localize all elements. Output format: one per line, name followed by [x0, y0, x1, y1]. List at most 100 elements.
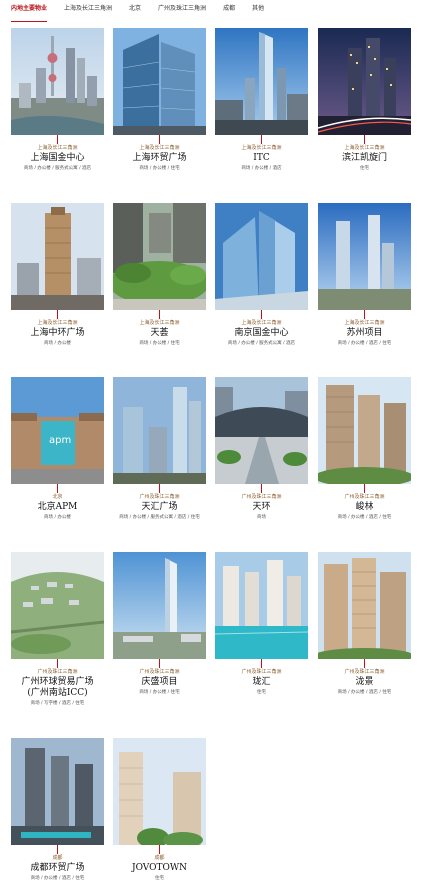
property-name[interactable]: 南京国金中心	[215, 328, 308, 339]
property-name[interactable]: 广州环球贸易广场 (广州南站ICC)	[11, 677, 104, 699]
property-types: 商场 / 办公楼 / 酒店 / 住宅	[337, 515, 392, 520]
tab-beijing[interactable]: 北京	[129, 4, 141, 18]
property-name[interactable]: 上海中环广场	[11, 328, 104, 339]
property-region: 上海及长江三角洲	[241, 320, 282, 326]
tab-shanghai[interactable]: 上海及长江三角洲	[64, 4, 112, 18]
property-card[interactable]: 广州及珠江三角洲 天汇广场 商场 / 办公楼 / 服务式公寓 / 酒店 / 住宅	[113, 377, 206, 521]
property-region: 广州及珠江三角洲	[241, 669, 282, 675]
property-card[interactable]: 广州及珠江三角洲 广州环球贸易广场 (广州南站ICC) 商场 / 写字楼 / 酒…	[11, 552, 104, 707]
property-card[interactable]: 广州及珠江三角洲 庆盛项目 商场 / 办公楼 / 住宅	[113, 552, 206, 696]
property-card[interactable]: 广州及珠江三角洲 泷景 商场 / 办公楼 / 酒店 / 住宅	[318, 552, 411, 696]
property-card[interactable]: 上海及长江三角洲 苏州项目 商场 / 办公楼 / 酒店 / 住宅	[318, 203, 411, 347]
property-photo[interactable]	[318, 28, 411, 135]
property-region: 广州及珠江三角洲	[139, 494, 180, 500]
property-name[interactable]: 成都环贸广场	[11, 863, 104, 874]
property-photo[interactable]: apm	[11, 377, 104, 484]
property-name[interactable]: 北京APM	[11, 502, 104, 513]
property-photo[interactable]	[215, 203, 308, 310]
property-name[interactable]: ITC	[215, 153, 308, 164]
stem-divider	[159, 845, 160, 854]
stem-divider	[261, 659, 262, 668]
property-name[interactable]: 滨江凯旋门	[318, 153, 411, 164]
property-photo[interactable]	[113, 552, 206, 659]
property-card[interactable]: 上海及长江三角洲 上海环贸广场 商场 / 办公楼 / 住宅	[113, 28, 206, 172]
svg-text:apm: apm	[49, 435, 71, 446]
property-photo[interactable]	[215, 552, 308, 659]
tab-chengdu[interactable]: 成都	[223, 4, 235, 18]
property-photo[interactable]	[318, 377, 411, 484]
property-region: 成都	[52, 855, 63, 861]
property-card[interactable]: apm 北京 北京APM 商场 / 办公楼	[11, 377, 104, 521]
tab-other[interactable]: 其他	[252, 4, 264, 18]
property-card[interactable]: 上海及长江三角洲 上海中环广场 商场 / 办公楼	[11, 203, 104, 347]
property-name[interactable]: 天荟	[113, 328, 206, 339]
property-name[interactable]: 珑汇	[215, 677, 308, 688]
property-types: 商场 / 办公楼 / 服务式公寓 / 酒店	[23, 166, 92, 171]
property-region: 上海及长江三角洲	[344, 145, 385, 151]
property-card[interactable]: 上海及长江三角洲 ITC 商场 / 办公楼 / 酒店	[215, 28, 308, 172]
property-card[interactable]: 成都 JOVOTOWN 住宅	[113, 738, 206, 882]
stem-divider	[159, 310, 160, 319]
property-name[interactable]: 泷景	[318, 677, 411, 688]
property-card[interactable]: 上海及长江三角洲 滨江凯旋门 住宅	[318, 28, 411, 172]
property-photo[interactable]	[113, 203, 206, 310]
property-region: 上海及长江三角洲	[37, 320, 78, 326]
property-types: 商场 / 办公楼 / 酒店	[241, 166, 282, 171]
property-name[interactable]: 天环	[215, 502, 308, 513]
property-region: 成都	[154, 855, 165, 861]
property-card[interactable]: 广州及珠江三角洲 峻林 商场 / 办公楼 / 酒店 / 住宅	[318, 377, 411, 521]
property-card[interactable]: 上海及长江三角洲 上海国金中心 商场 / 办公楼 / 服务式公寓 / 酒店	[11, 28, 104, 172]
property-types: 商场 / 办公楼 / 住宅	[139, 341, 180, 346]
property-name[interactable]: 庆盛项目	[113, 677, 206, 688]
property-photo[interactable]	[11, 28, 104, 135]
stem-divider	[57, 484, 58, 493]
property-types: 商场 / 办公楼	[44, 515, 71, 520]
tab-main-properties[interactable]: 内地主要物业	[11, 4, 48, 22]
stem-divider	[159, 135, 160, 144]
property-name-line1: 广州环球贸易广场	[21, 677, 94, 687]
property-name[interactable]: JOVOTOWN	[113, 863, 206, 874]
property-card[interactable]: 上海及长江三角洲 天荟 商场 / 办公楼 / 住宅	[113, 203, 206, 347]
property-name[interactable]: 苏州项目	[318, 328, 411, 339]
property-photo[interactable]	[113, 28, 206, 135]
stem-divider	[159, 484, 160, 493]
property-name[interactable]: 上海国金中心	[11, 153, 104, 164]
property-region: 上海及长江三角洲	[139, 145, 180, 151]
property-name[interactable]: 峻林	[318, 502, 411, 513]
property-card[interactable]: 成都 成都环贸广场 商场 / 办公楼 / 酒店 / 住宅	[11, 738, 104, 882]
property-types: 商场 / 办公楼 / 酒店 / 住宅	[337, 690, 392, 695]
property-types: 住宅	[257, 690, 266, 695]
stem-divider	[57, 135, 58, 144]
property-photo[interactable]	[113, 738, 206, 845]
property-name-line2: (广州南站ICC)	[27, 688, 88, 698]
property-region: 广州及珠江三角洲	[344, 669, 385, 675]
property-photo[interactable]	[11, 738, 104, 845]
property-photo[interactable]	[318, 552, 411, 659]
stem-divider	[57, 659, 58, 668]
property-card[interactable]: 上海及长江三角洲 南京国金中心 商场 / 办公楼 / 服务式公寓 / 酒店	[215, 203, 308, 347]
property-types: 住宅	[360, 166, 369, 171]
stem-divider	[57, 310, 58, 319]
property-types: 商场 / 办公楼 / 酒店 / 住宅	[337, 341, 392, 346]
property-region: 北京	[52, 494, 63, 500]
property-card[interactable]: 广州及珠江三角洲 珑汇 住宅	[215, 552, 308, 696]
property-region: 广州及珠江三角洲	[139, 669, 180, 675]
property-region: 上海及长江三角洲	[241, 145, 282, 151]
property-card[interactable]: 广州及珠江三角洲 天环 商场	[215, 377, 308, 521]
property-photo[interactable]	[11, 552, 104, 659]
property-types: 商场 / 办公楼 / 住宅	[139, 166, 180, 171]
stem-divider	[261, 310, 262, 319]
property-photo[interactable]	[11, 203, 104, 310]
stem-divider	[159, 659, 160, 668]
stem-divider	[364, 484, 365, 493]
property-region: 上海及长江三角洲	[37, 145, 78, 151]
property-types: 商场 / 办公楼	[44, 341, 71, 346]
tab-guangzhou[interactable]: 广州及珠江三角洲	[158, 4, 206, 18]
property-name[interactable]: 上海环贸广场	[113, 153, 206, 164]
property-types: 商场 / 办公楼 / 住宅	[139, 690, 180, 695]
property-photo[interactable]	[215, 28, 308, 135]
property-photo[interactable]	[113, 377, 206, 484]
property-photo[interactable]	[215, 377, 308, 484]
property-photo[interactable]	[318, 203, 411, 310]
property-name[interactable]: 天汇广场	[113, 502, 206, 513]
